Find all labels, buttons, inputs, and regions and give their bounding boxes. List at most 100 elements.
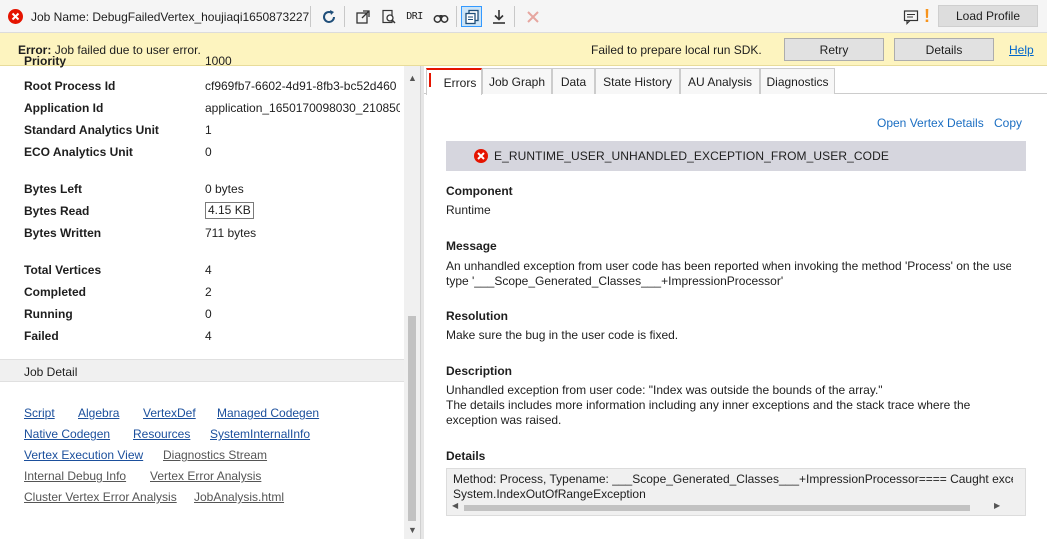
job-name: Job Name: DebugFailedVertex_houjiaqi1650… [31,10,309,24]
left-scrollbar[interactable]: ▲ ▼ [404,66,420,539]
toolbar-separator [310,6,311,27]
details-label: Details [446,449,486,463]
property-value: 2 [205,285,212,299]
job-name-value: DebugFailedVertex_houjiaqi1650873227 [92,10,310,24]
jobanalysis-html-link[interactable]: JobAnalysis.html [194,490,284,504]
property-row: Running 0 [24,307,404,325]
job-detail-header: Job Detail [0,359,404,382]
cluster-vertex-error-analysis-link[interactable]: Cluster Vertex Error Analysis [24,490,177,504]
toolbar-separator [456,6,457,27]
description-line: The details includes more information in… [446,398,971,412]
copy-job-icon[interactable] [461,6,482,27]
property-value: 4 [205,263,212,277]
script-link[interactable]: Script [24,406,55,420]
help-link[interactable]: Help [1009,43,1034,57]
scrollbar-thumb[interactable] [408,316,416,521]
job-name-label: Job Name: [31,10,90,24]
vertexdef-link[interactable]: VertexDef [143,406,196,420]
property-value[interactable]: cf969fb7-6602-4d91-8fb3-bc52d460 [205,79,400,93]
property-row: Priority 1000 [24,54,404,72]
property-value-selected[interactable]: 4.15 KB [205,202,254,219]
property-row: Root Process Id cf969fb7-6602-4d91-8fb3-… [24,79,404,97]
load-profile-button[interactable]: Load Profile [938,5,1038,27]
copy-link[interactable]: Copy [994,116,1022,130]
job-detail-title: Job Detail [24,365,78,379]
property-row: Standard Analytics Unit 1 [24,123,404,141]
property-key: Bytes Left [24,182,83,196]
property-key: Running [24,307,73,321]
property-value[interactable]: application_1650170098030_210850 [205,101,400,115]
property-value: 711 bytes [205,226,257,240]
native-codegen-link[interactable]: Native Codegen [24,427,110,441]
property-key: Bytes Written [24,226,102,240]
tab-state-history[interactable]: State History [595,68,680,94]
scroll-down-icon[interactable]: ▼ [408,526,417,535]
details-horizontal-scrollbar[interactable]: ◀ ▶ [446,501,1006,512]
property-key: Completed [24,285,87,299]
property-row: ECO Analytics Unit 0 [24,145,404,163]
message-line: type '___Scope_Generated_Classes___+Impr… [446,274,784,288]
details-line: Method: Process, Typename: ___Scope_Gene… [453,472,1013,486]
property-value: 0 bytes [205,182,244,196]
scroll-up-icon[interactable]: ▲ [408,74,417,83]
component-label: Component [446,184,513,198]
open-vertex-details-link[interactable]: Open Vertex Details [877,116,984,130]
tab-errors[interactable]: Errors [426,68,482,95]
details-button[interactable]: Details [894,38,994,61]
details-line: System.IndexOutOfRangeException [453,487,646,501]
binoculars-icon[interactable] [430,6,451,27]
property-key: Failed [24,329,59,343]
tab-diagnostics[interactable]: Diagnostics [760,68,835,94]
scroll-left-icon[interactable]: ◀ [452,501,458,510]
cancel-icon[interactable] [522,6,543,27]
open-external-icon[interactable] [352,6,373,27]
resources-link[interactable]: Resources [133,427,190,441]
tab-data[interactable]: Data [552,68,595,94]
description-line: exception was raised. [446,413,562,427]
internal-debug-info-link[interactable]: Internal Debug Info [24,469,126,483]
refresh-icon[interactable] [318,6,339,27]
managed-codegen-link[interactable]: Managed Codegen [217,406,319,420]
error-detail-body: Component Runtime Message An unhandled e… [446,181,1026,521]
feedback-icon[interactable] [900,6,921,27]
warning-icon: ! [924,6,930,26]
dri-icon[interactable]: DRI [404,6,425,27]
algebra-link[interactable]: Algebra [78,406,119,420]
diagnostics-stream-link[interactable]: Diagnostics Stream [163,448,267,462]
property-row: Bytes Left 0 bytes [24,182,404,200]
error-code: E_RUNTIME_USER_UNHANDLED_EXCEPTION_FROM_… [494,149,889,163]
property-row: Bytes Written 711 bytes [24,226,404,244]
download-icon[interactable] [488,6,509,27]
resolution-value: Make sure the bug in the user code is fi… [446,328,679,342]
toolbar: Job Name: DebugFailedVertex_houjiaqi1650… [0,0,1047,33]
retry-button[interactable]: Retry [784,38,884,61]
property-row: Completed 2 [24,285,404,303]
property-key: Root Process Id [24,79,116,93]
message-label: Message [446,239,497,253]
error-icon [474,149,488,163]
toolbar-separator [514,6,515,27]
scroll-right-icon[interactable]: ▶ [994,501,1000,510]
description-line: Unhandled exception from user code: "Ind… [446,383,883,397]
property-key: Application Id [24,101,104,115]
error-details-panel: Errors Job Graph Data State History AU A… [424,66,1047,539]
property-value: 1000 [205,54,232,68]
property-row: Application Id application_1650170098030… [24,101,404,119]
tab-job-graph[interactable]: Job Graph [482,68,552,94]
property-key: ECO Analytics Unit [24,145,133,159]
resolution-label: Resolution [446,309,508,323]
property-key: Total Vertices [24,263,102,277]
message-line: An unhandled exception from user code ha… [446,259,1011,273]
property-row: Bytes Read 4.15 KB [24,202,404,222]
tab-au-analysis[interactable]: AU Analysis [680,68,760,94]
property-key: Bytes Read [24,204,90,218]
local-run-message: Failed to prepare local run SDK. [591,43,762,57]
search-document-icon[interactable] [378,6,399,27]
error-code-banner: E_RUNTIME_USER_UNHANDLED_EXCEPTION_FROM_… [446,141,1026,171]
vertex-error-analysis-link[interactable]: Vertex Error Analysis [150,469,261,483]
scrollbar-thumb[interactable] [464,505,970,511]
property-value: 0 [205,307,212,321]
systeminternalinfo-link[interactable]: SystemInternalInfo [210,427,310,441]
tab-label: Errors [443,75,477,90]
vertex-execution-view-link[interactable]: Vertex Execution View [24,448,143,462]
